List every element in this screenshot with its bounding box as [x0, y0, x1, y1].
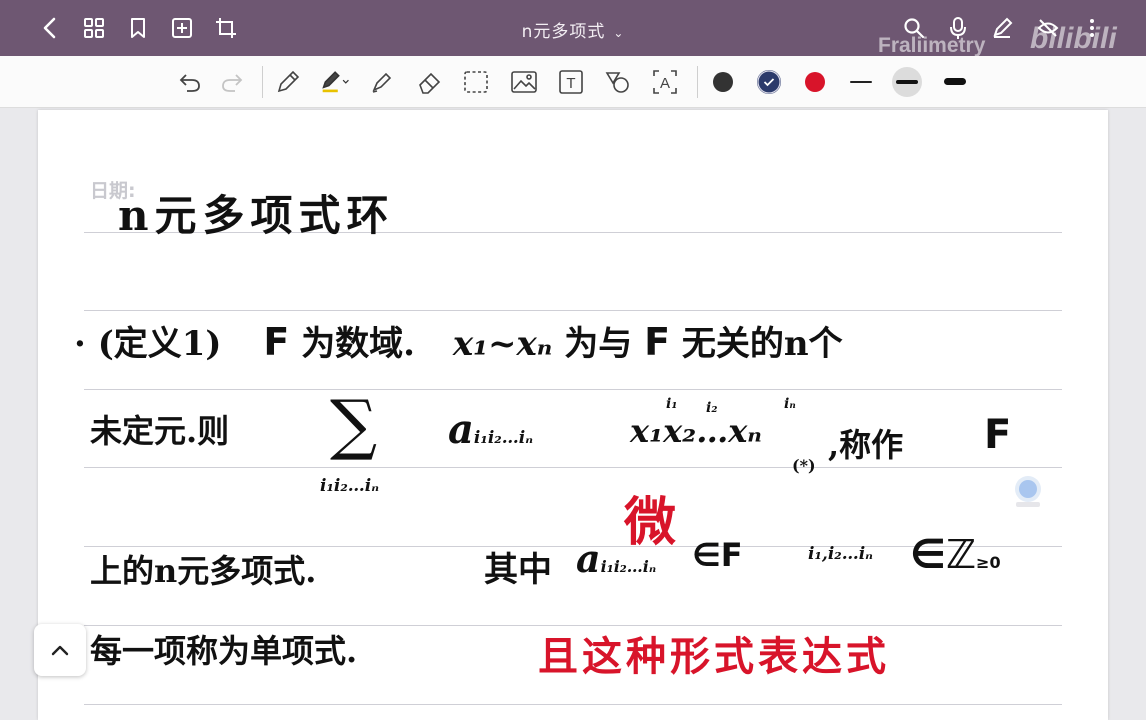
exponent-n: iₙ [784, 396, 796, 412]
exponent-1: i₁ [666, 396, 678, 412]
equation-tag: (*) [792, 456, 816, 475]
lasso-select-icon[interactable] [460, 66, 492, 98]
document-title-text: n元多项式 [521, 22, 606, 42]
line4-text-a: 每一项称为单项式. [90, 632, 358, 670]
ruled-line [84, 310, 1062, 311]
definition-label: (定义1) [97, 324, 222, 364]
drawing-toolbar: T A [0, 56, 1146, 108]
line1-text-a: 为数域. [301, 324, 416, 364]
note-title: n元多项式环 [118, 191, 395, 240]
color-red-swatch[interactable] [799, 66, 831, 98]
marker-icon[interactable] [366, 66, 398, 98]
toolbar-separator [262, 66, 263, 98]
ocr-tool-glyph: A [660, 75, 670, 92]
color-navy-swatch-selected[interactable] [753, 66, 785, 98]
undo-icon[interactable] [174, 66, 206, 98]
summation-symbol: ∑ [330, 386, 378, 463]
chevron-up-icon [51, 645, 69, 656]
coefficient-2-subscript: i₁i₂…iₙ [600, 557, 657, 576]
top-bar: n元多项式 ⌄ Fraliimetry bilibili [0, 0, 1146, 57]
index-set: i₁,i₂…iₙ [808, 544, 873, 564]
ruled-line [84, 467, 1062, 468]
stroke-thick-option[interactable] [939, 66, 971, 98]
collapse-button[interactable] [34, 624, 86, 676]
text-tool-glyph: T [566, 75, 575, 92]
in-integers-symbol: ∈ℤ [910, 532, 977, 578]
field-symbol: F [263, 320, 290, 364]
in-nonneg-integers: ∈ℤ≥0 [910, 532, 1001, 578]
eraser-icon[interactable] [414, 66, 446, 98]
summation-index: i₁i₂…iₙ [320, 476, 380, 496]
toolbar-separator [697, 66, 698, 98]
in-field: ∈F [692, 536, 743, 574]
definition-line-1: · (定义1) F 为数域. x₁~xₙ 为与 F 无关的n个 [74, 316, 843, 365]
text-recognition-icon[interactable]: A [649, 66, 681, 98]
nonneg-subscript: ≥0 [976, 553, 1001, 572]
pen-tool-icon[interactable] [272, 66, 304, 98]
red-annotation-line: 且这种形式表达式 [538, 633, 890, 680]
color-dark-gray-swatch[interactable] [707, 66, 739, 98]
stroke-medium-option-selected[interactable] [891, 66, 923, 98]
line2-text-a: 未定元.则 [90, 412, 230, 450]
title-dropdown-icon: ⌄ [613, 26, 625, 40]
channel-watermark: Fraliimetry [878, 34, 986, 57]
line3-text-b: 其中 [484, 550, 552, 590]
text-box-icon[interactable]: T [555, 66, 587, 98]
coefficient-2-letter: a [576, 536, 601, 581]
shapes-icon[interactable] [602, 66, 634, 98]
coefficient-letter: a [448, 406, 474, 453]
variables: x₁~xₙ [452, 324, 553, 364]
field-symbol-3: F [984, 412, 1012, 458]
coefficient-subscript: i₁i₂…iₙ [473, 428, 533, 448]
exponent-2: i₂ [706, 400, 718, 416]
ruled-line [84, 389, 1062, 390]
coefficient: ai₁i₂…iₙ [448, 406, 533, 453]
redo-icon[interactable] [216, 66, 248, 98]
line1-text-b: 为与 [564, 324, 633, 364]
line3-text-a: 上的n元多项式. [90, 552, 317, 590]
coefficient-2: ai₁i₂…iₙ [576, 536, 656, 581]
note-page[interactable]: 日期: n元多项式环 · (定义1) F 为数域. x₁~xₙ 为与 F 无关的… [38, 110, 1108, 720]
ruled-line [84, 704, 1062, 705]
line2-text-b: ,称作 [828, 426, 904, 464]
bullet: · [74, 324, 86, 364]
stroke-thin-option[interactable] [845, 66, 877, 98]
highlighter-pen-icon[interactable] [320, 66, 352, 98]
floating-assist-button[interactable] [1012, 474, 1044, 508]
pen-edit-icon[interactable] [988, 14, 1016, 42]
image-insert-icon[interactable] [508, 66, 540, 98]
monomial: x₁x₂…xₙ [630, 412, 762, 450]
field-symbol-2: F [644, 320, 671, 364]
line1-text-c: 无关的n个 [681, 324, 843, 364]
site-watermark: bilibili [1030, 22, 1117, 55]
